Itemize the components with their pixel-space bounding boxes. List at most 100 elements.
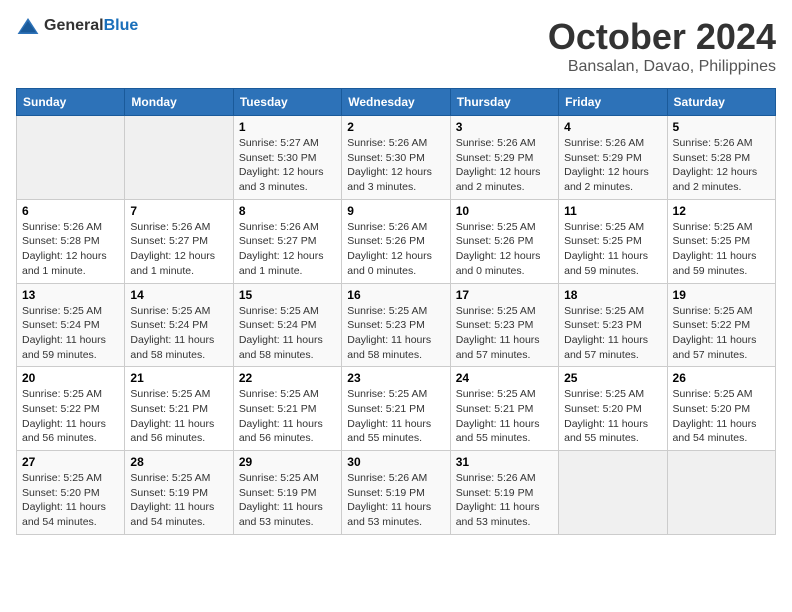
day-number: 29 xyxy=(239,455,336,469)
calendar-day-cell: 1 Sunrise: 5:27 AMSunset: 5:30 PMDaylight… xyxy=(233,116,341,200)
calendar-day-cell: 23Sunrise: 5:25 AMSunset: 5:21 PMDayligh… xyxy=(342,367,450,451)
calendar-day-cell: 18 Sunrise: 5:25 AMSunset: 5:23 PMDayligh… xyxy=(559,283,667,367)
day-number: 22 xyxy=(239,371,336,385)
day-number: 26 xyxy=(673,371,770,385)
calendar-day-cell: 15 Sunrise: 5:25 AMSunset: 5:24 PMDayligh… xyxy=(233,283,341,367)
month-title: October 2024 xyxy=(548,16,776,58)
day-number: 14 xyxy=(130,288,227,302)
day-number: 13 xyxy=(22,288,119,302)
day-info: Sunrise: 5:26 AMSunset: 5:29 PMDaylight:… xyxy=(456,136,553,195)
day-number: 4 xyxy=(564,120,661,134)
col-header-saturday: Saturday xyxy=(667,89,775,116)
day-info: Sunrise: 5:26 AMSunset: 5:30 PMDaylight:… xyxy=(347,136,444,195)
day-number: 7 xyxy=(130,204,227,218)
day-info: Sunrise: 5:25 AMSunset: 5:21 PMDaylight:… xyxy=(239,387,336,446)
day-info: Sunrise: 5:26 AMSunset: 5:28 PMDaylight:… xyxy=(673,136,770,195)
day-info: Sunrise: 5:25 AMSunset: 5:19 PMDaylight:… xyxy=(130,471,227,530)
calendar-day-cell: 30 Sunrise: 5:26 AMSunset: 5:19 PMDayligh… xyxy=(342,451,450,535)
calendar-day-cell: 4 Sunrise: 5:26 AMSunset: 5:29 PMDaylight… xyxy=(559,116,667,200)
day-info: Sunrise: 5:26 AMSunset: 5:27 PMDaylight:… xyxy=(130,220,227,279)
day-info: Sunrise: 5:25 AMSunset: 5:19 PMDaylight:… xyxy=(239,471,336,530)
day-info: Sunrise: 5:25 AMSunset: 5:24 PMDaylight:… xyxy=(239,304,336,363)
day-number: 2 xyxy=(347,120,444,134)
day-number: 5 xyxy=(673,120,770,134)
day-number: 25 xyxy=(564,371,661,385)
day-info: Sunrise: 5:26 AMSunset: 5:29 PMDaylight:… xyxy=(564,136,661,195)
day-number: 16 xyxy=(347,288,444,302)
calendar-day-cell: 12Sunrise: 5:25 AMSunset: 5:25 PMDayligh… xyxy=(667,199,775,283)
calendar-day-cell: 10Sunrise: 5:25 AMSunset: 5:26 PMDayligh… xyxy=(450,199,558,283)
day-number: 23 xyxy=(347,371,444,385)
calendar-day-cell: 24Sunrise: 5:25 AMSunset: 5:21 PMDayligh… xyxy=(450,367,558,451)
day-info: Sunrise: 5:25 AMSunset: 5:20 PMDaylight:… xyxy=(564,387,661,446)
day-number: 24 xyxy=(456,371,553,385)
day-number: 12 xyxy=(673,204,770,218)
calendar-day-cell: 5 Sunrise: 5:26 AMSunset: 5:28 PMDaylight… xyxy=(667,116,775,200)
day-info: Sunrise: 5:25 AMSunset: 5:23 PMDaylight:… xyxy=(347,304,444,363)
day-info: Sunrise: 5:25 AMSunset: 5:23 PMDaylight:… xyxy=(564,304,661,363)
day-info: Sunrise: 5:26 AMSunset: 5:19 PMDaylight:… xyxy=(347,471,444,530)
col-header-tuesday: Tuesday xyxy=(233,89,341,116)
day-info: Sunrise: 5:25 AMSunset: 5:21 PMDaylight:… xyxy=(130,387,227,446)
col-header-thursday: Thursday xyxy=(450,89,558,116)
col-header-monday: Monday xyxy=(125,89,233,116)
calendar-day-cell: 25 Sunrise: 5:25 AMSunset: 5:20 PMDayligh… xyxy=(559,367,667,451)
calendar-day-cell: 11Sunrise: 5:25 AMSunset: 5:25 PMDayligh… xyxy=(559,199,667,283)
location: Bansalan, Davao, Philippines xyxy=(548,58,776,76)
day-info: Sunrise: 5:26 AMSunset: 5:26 PMDaylight:… xyxy=(347,220,444,279)
calendar-day-cell: 19 Sunrise: 5:25 AMSunset: 5:22 PMDayligh… xyxy=(667,283,775,367)
day-number: 30 xyxy=(347,455,444,469)
title-block: October 2024 Bansalan, Davao, Philippine… xyxy=(548,16,776,76)
calendar-day-cell: 3Sunrise: 5:26 AMSunset: 5:29 PMDaylight… xyxy=(450,116,558,200)
col-header-wednesday: Wednesday xyxy=(342,89,450,116)
day-number: 15 xyxy=(239,288,336,302)
calendar-week-row: 6 Sunrise: 5:26 AMSunset: 5:28 PMDaylight… xyxy=(17,199,776,283)
calendar-week-row: 13 Sunrise: 5:25 AMSunset: 5:24 PMDayligh… xyxy=(17,283,776,367)
calendar-day-cell: 8 Sunrise: 5:26 AMSunset: 5:27 PMDaylight… xyxy=(233,199,341,283)
calendar-day-cell: 28Sunrise: 5:25 AMSunset: 5:19 PMDayligh… xyxy=(125,451,233,535)
logo: GeneralBlue xyxy=(16,16,138,36)
calendar-day-cell: 13 Sunrise: 5:25 AMSunset: 5:24 PMDayligh… xyxy=(17,283,125,367)
page-header: GeneralBlue October 2024 Bansalan, Davao… xyxy=(16,16,776,76)
day-info: Sunrise: 5:27 AMSunset: 5:30 PMDaylight:… xyxy=(239,136,336,195)
day-number: 9 xyxy=(347,204,444,218)
calendar-day-cell xyxy=(17,116,125,200)
day-number: 18 xyxy=(564,288,661,302)
day-info: Sunrise: 5:25 AMSunset: 5:22 PMDaylight:… xyxy=(673,304,770,363)
day-number: 10 xyxy=(456,204,553,218)
calendar-week-row: 27 Sunrise: 5:25 AMSunset: 5:20 PMDayligh… xyxy=(17,451,776,535)
calendar-day-cell: 2 Sunrise: 5:26 AMSunset: 5:30 PMDaylight… xyxy=(342,116,450,200)
day-number: 19 xyxy=(673,288,770,302)
day-number: 1 xyxy=(239,120,336,134)
calendar-day-cell: 6 Sunrise: 5:26 AMSunset: 5:28 PMDaylight… xyxy=(17,199,125,283)
day-number: 21 xyxy=(130,371,227,385)
day-number: 27 xyxy=(22,455,119,469)
day-info: Sunrise: 5:25 AMSunset: 5:24 PMDaylight:… xyxy=(22,304,119,363)
calendar-day-cell: 29 Sunrise: 5:25 AMSunset: 5:19 PMDayligh… xyxy=(233,451,341,535)
calendar-day-cell: 20 Sunrise: 5:25 AMSunset: 5:22 PMDayligh… xyxy=(17,367,125,451)
logo-text-blue: Blue xyxy=(104,17,139,34)
day-number: 8 xyxy=(239,204,336,218)
calendar-week-row: 1 Sunrise: 5:27 AMSunset: 5:30 PMDaylight… xyxy=(17,116,776,200)
calendar-day-cell: 26Sunrise: 5:25 AMSunset: 5:20 PMDayligh… xyxy=(667,367,775,451)
day-number: 6 xyxy=(22,204,119,218)
calendar-day-cell xyxy=(667,451,775,535)
day-info: Sunrise: 5:26 AMSunset: 5:27 PMDaylight:… xyxy=(239,220,336,279)
calendar-day-cell: 7 Sunrise: 5:26 AMSunset: 5:27 PMDaylight… xyxy=(125,199,233,283)
logo-text-general: General xyxy=(44,17,104,34)
day-number: 20 xyxy=(22,371,119,385)
calendar-day-cell: 9 Sunrise: 5:26 AMSunset: 5:26 PMDaylight… xyxy=(342,199,450,283)
calendar-day-cell: 27 Sunrise: 5:25 AMSunset: 5:20 PMDayligh… xyxy=(17,451,125,535)
day-info: Sunrise: 5:26 AMSunset: 5:28 PMDaylight:… xyxy=(22,220,119,279)
day-number: 17 xyxy=(456,288,553,302)
day-info: Sunrise: 5:25 AMSunset: 5:20 PMDaylight:… xyxy=(22,471,119,530)
calendar-day-cell: 14Sunrise: 5:25 AMSunset: 5:24 PMDayligh… xyxy=(125,283,233,367)
calendar-day-cell xyxy=(559,451,667,535)
calendar-day-cell: 22 Sunrise: 5:25 AMSunset: 5:21 PMDayligh… xyxy=(233,367,341,451)
calendar-day-cell: 17Sunrise: 5:25 AMSunset: 5:23 PMDayligh… xyxy=(450,283,558,367)
calendar-day-cell: 16 Sunrise: 5:25 AMSunset: 5:23 PMDayligh… xyxy=(342,283,450,367)
day-number: 11 xyxy=(564,204,661,218)
col-header-sunday: Sunday xyxy=(17,89,125,116)
day-info: Sunrise: 5:25 AMSunset: 5:22 PMDaylight:… xyxy=(22,387,119,446)
calendar-week-row: 20 Sunrise: 5:25 AMSunset: 5:22 PMDayligh… xyxy=(17,367,776,451)
